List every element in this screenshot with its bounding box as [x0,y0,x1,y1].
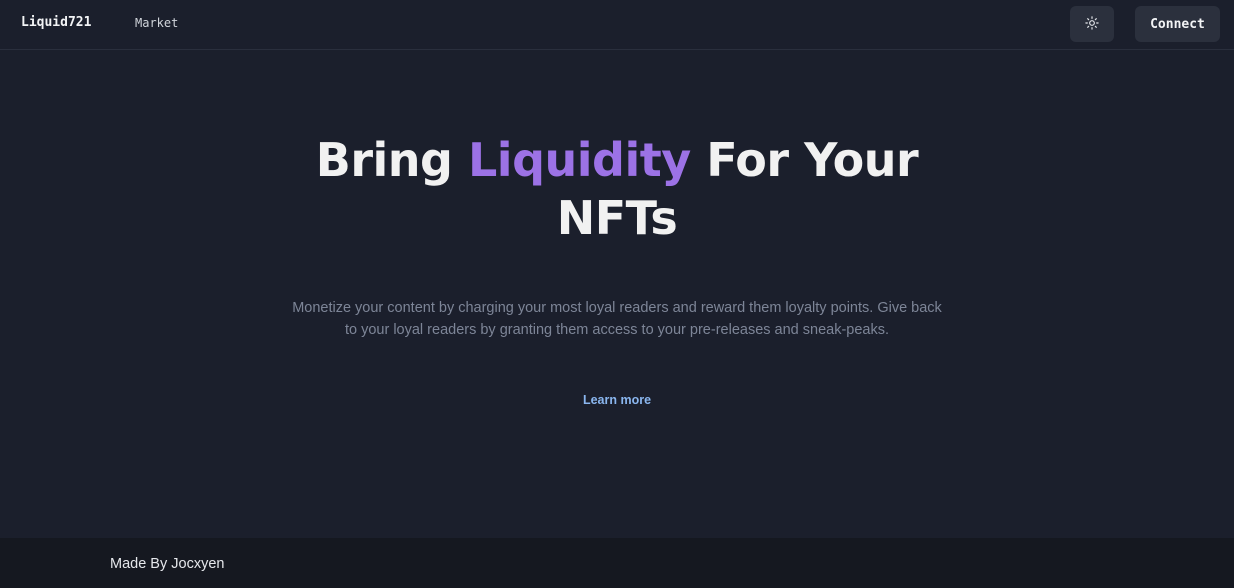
learn-more-link[interactable]: Learn more [0,393,1234,407]
brand-logo-link[interactable]: Liquid721 [21,15,91,30]
page-footer: Made By Jocxyen [0,538,1234,588]
top-navbar: Liquid721 Market Connect [0,0,1234,50]
footer-credit: Made By Jocxyen [110,556,225,572]
hero-title-suffix: For Your [690,133,919,187]
hero-description: Monetize your content by charging your m… [292,300,942,338]
hero-section: Bring Liquidity For Your NFTs Monetize yo… [0,51,1234,537]
hero-title: Bring Liquidity For Your NFTs [0,131,1234,247]
hero-title-prefix: Bring [315,133,468,187]
theme-toggle-button[interactable] [1070,6,1114,42]
hero-title-suffix-line: NFTs [556,191,678,245]
sun-icon [1085,15,1099,34]
nav-link-market[interactable]: Market [135,16,178,30]
connect-wallet-button[interactable]: Connect [1135,6,1220,42]
hero-title-accent: Liquidity [468,133,691,187]
